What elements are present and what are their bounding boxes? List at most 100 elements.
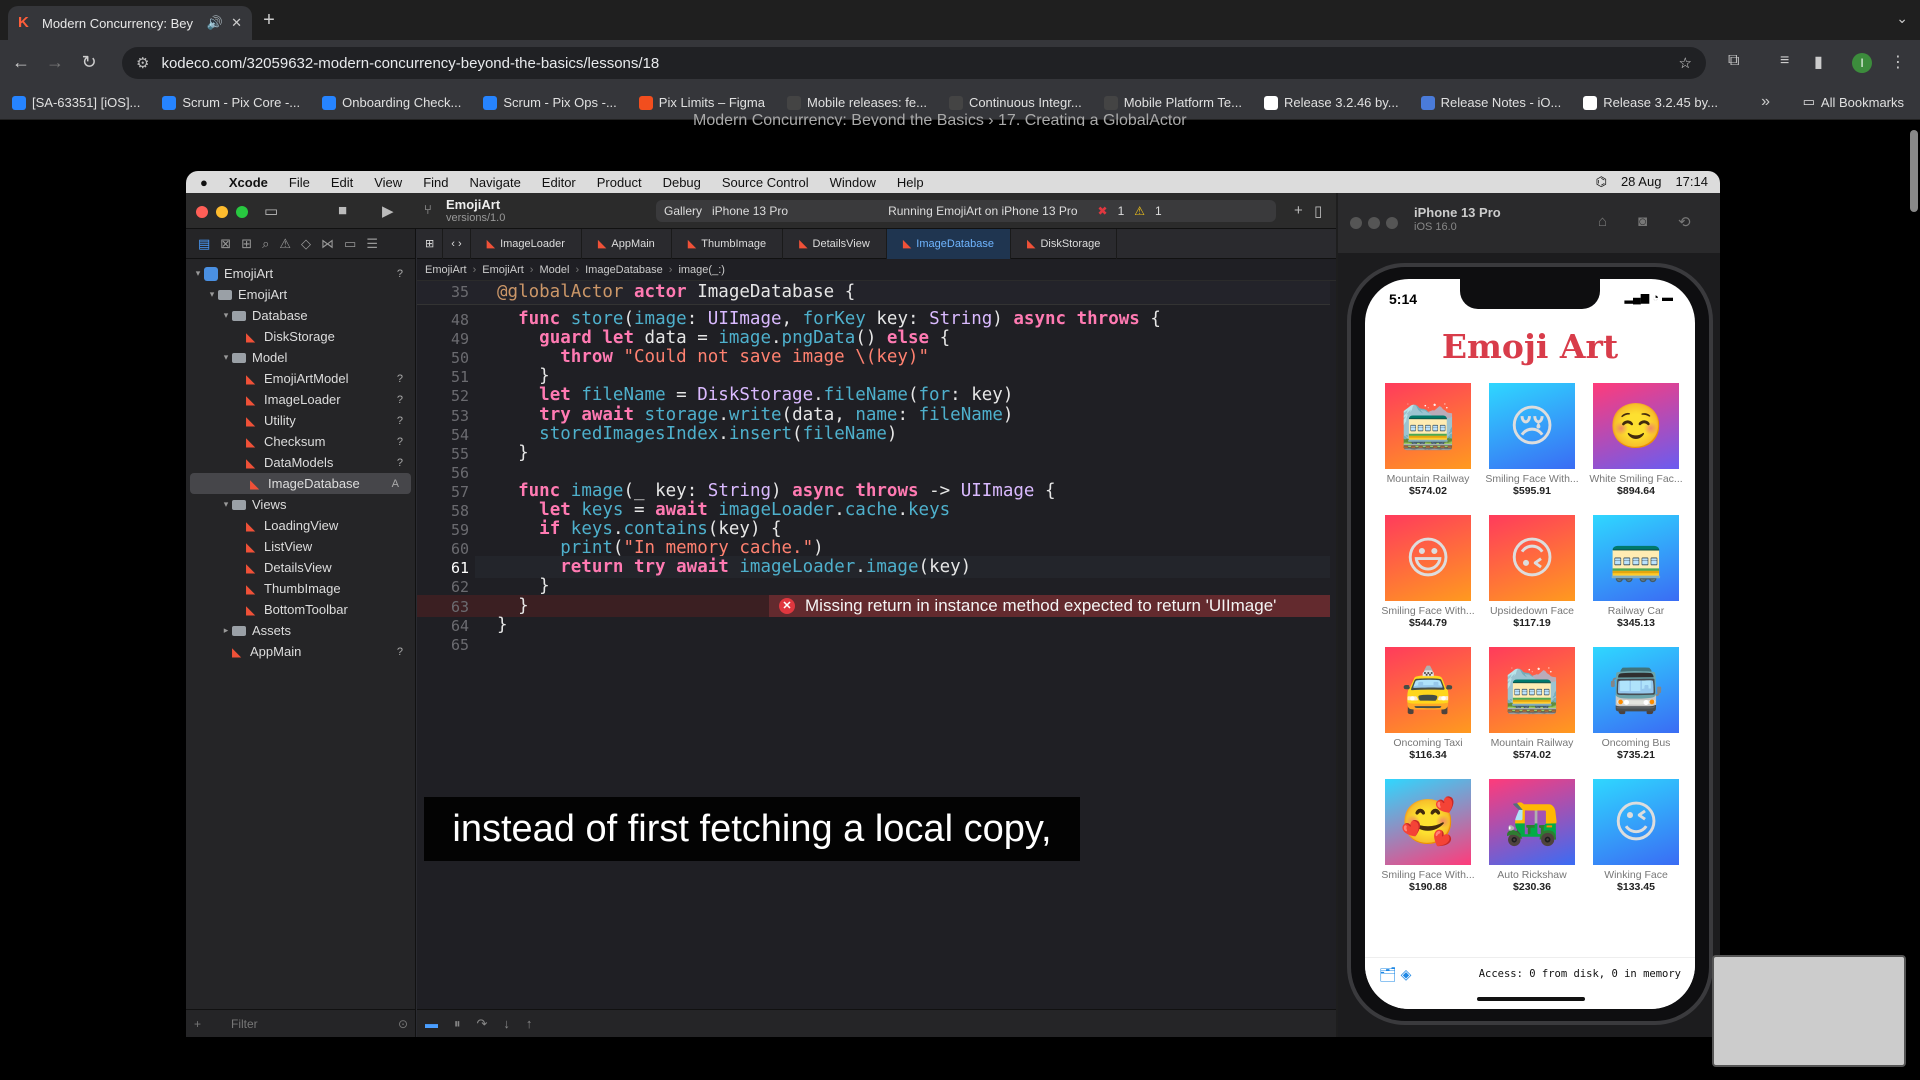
jumpbar-item[interactable]: EmojiArt <box>425 264 467 276</box>
navigator-item[interactable]: ◣ AppMain? <box>186 641 415 662</box>
control-center-icon[interactable]: ⌬ <box>1596 174 1607 190</box>
disclosure-chevron-icon[interactable]: ▸ <box>220 625 232 636</box>
emoji-item[interactable]: 🥰 Smiling Face With... $190.88 <box>1375 779 1481 893</box>
code-line[interactable]: func image(_ key: String) async throws -… <box>497 481 1055 501</box>
navigator-item[interactable]: ◣ ImageLoader? <box>186 389 415 410</box>
code-area[interactable]: 48 func store(image: UIImage, forKey key… <box>417 281 1336 1009</box>
bookmark-star-icon[interactable]: ☆ <box>1679 54 1692 72</box>
stop-icon[interactable]: ■ <box>338 202 347 219</box>
bookmark-item[interactable]: Scrum - Pix Core -... <box>162 95 300 110</box>
side-panel-icon[interactable]: ▮ <box>1814 52 1823 72</box>
code-line[interactable]: let fileName = DiskStorage.fileName(for:… <box>497 385 1013 405</box>
code-line[interactable]: } <box>497 443 529 463</box>
bookmark-item[interactable]: [SA-63351] [iOS]... <box>12 95 140 110</box>
navigator-item[interactable]: ◣ LoadingView <box>186 515 415 536</box>
jumpbar-item[interactable]: image(_:) <box>678 264 724 276</box>
cache-icons[interactable]: 🗂 ◈ <box>1379 966 1411 983</box>
menu-item[interactable]: Product <box>597 175 642 190</box>
filter-input[interactable]: Filter <box>211 1017 388 1031</box>
source-control-icon[interactable]: ⊠ <box>220 236 231 252</box>
emoji-item[interactable]: 🚖 Oncoming Taxi $116.34 <box>1375 647 1481 761</box>
close-window-button[interactable] <box>196 206 208 218</box>
jumpbar-item[interactable]: Model <box>539 264 569 276</box>
emoji-item[interactable]: 🚞 Mountain Railway $574.02 <box>1375 383 1481 497</box>
navigator-item[interactable]: ▾ Database <box>186 305 415 326</box>
navigator-item[interactable]: ◣ ThumbImage <box>186 578 415 599</box>
find-icon[interactable]: ⌕ <box>262 236 269 252</box>
scheme-selector[interactable]: Gallery <box>664 204 702 218</box>
code-line[interactable]: print("In memory cache.") <box>497 538 823 558</box>
chrome-menu-icon[interactable]: ⋮ <box>1890 52 1906 72</box>
browser-tab[interactable]: K Modern Concurrency: Bey 🔊 ✕ <box>8 6 252 40</box>
editor-tab[interactable]: ◣ ImageDatabase <box>886 228 1011 259</box>
code-line[interactable]: } <box>497 366 550 386</box>
editor-tab[interactable]: ◣ DiskStorage <box>1011 228 1118 259</box>
code-line[interactable]: return try await imageLoader.image(key) <box>497 557 971 577</box>
menu-item[interactable]: Window <box>830 175 876 190</box>
disclosure-chevron-icon[interactable]: ▾ <box>220 499 232 510</box>
code-line[interactable]: try await storage.write(data, name: file… <box>497 405 1013 425</box>
home-icon[interactable]: ⌂ <box>1598 213 1607 230</box>
tab-grid-icon[interactable]: ⊞ <box>417 228 444 259</box>
disclosure-chevron-icon[interactable]: ▾ <box>192 268 204 279</box>
code-line[interactable]: } <box>497 615 508 635</box>
emoji-item[interactable]: 🙃 Upsidedown Face $117.19 <box>1479 515 1585 629</box>
sim-zoom-button[interactable] <box>1386 217 1398 229</box>
menu-item[interactable]: Help <box>897 175 924 190</box>
code-line[interactable]: storedImagesIndex.insert(fileName) <box>497 424 897 444</box>
pause-icon[interactable]: ⏸ <box>454 1016 461 1032</box>
profile-avatar[interactable]: I <box>1852 53 1872 73</box>
disclosure-chevron-icon[interactable]: ▾ <box>220 310 232 321</box>
navigator-item[interactable]: ◣ ListView <box>186 536 415 557</box>
code-line[interactable]: func store(image: UIImage, forKey key: S… <box>497 309 1161 329</box>
navigator-item[interactable]: ▾ EmojiArt? <box>186 263 415 284</box>
report-icon[interactable]: ☰ <box>366 236 378 252</box>
address-bar[interactable]: ⚙ kodeco.com/32059632-modern-concurrency… <box>122 47 1706 79</box>
lesson-breadcrumb[interactable]: Modern Concurrency: Beyond the Basics › … <box>693 112 1187 126</box>
reload-icon[interactable]: ↻ <box>78 52 100 73</box>
editor-tab[interactable]: ◣ DetailsView <box>783 228 887 259</box>
code-line[interactable]: throw "Could not save image \(key)" <box>497 347 929 367</box>
bookmark-item[interactable]: Mobile releases: fe... <box>786 95 927 110</box>
navigator-item[interactable]: ▾ Model <box>186 347 415 368</box>
device-selector[interactable]: iPhone 13 Pro <box>712 204 788 218</box>
add-file-icon[interactable]: + <box>194 1017 201 1031</box>
emoji-item[interactable]: 😢 Smiling Face With... $595.91 <box>1479 383 1585 497</box>
navigator-item[interactable]: ◣ DataModels? <box>186 452 415 473</box>
url-text[interactable]: kodeco.com/32059632-modern-concurrency-b… <box>161 55 1666 72</box>
emoji-item[interactable]: 🚞 Mountain Railway $574.02 <box>1479 647 1585 761</box>
bookmark-item[interactable]: Pix Limits – Figma <box>638 95 765 110</box>
close-tab-icon[interactable]: ✕ <box>231 15 242 31</box>
emoji-item[interactable]: 🛺 Auto Rickshaw $230.36 <box>1479 779 1585 893</box>
navigator-item[interactable]: ▾ Views <box>186 494 415 515</box>
jumpbar-item[interactable]: ImageDatabase <box>585 264 663 276</box>
project-branch[interactable]: versions/1.0 <box>446 212 505 224</box>
inspector-toggle-icon[interactable]: ▯ <box>1314 202 1322 220</box>
editor-tab[interactable]: ◣ ImageLoader <box>471 228 582 259</box>
activity-view[interactable]: Gallery iPhone 13 Pro Running EmojiArt o… <box>656 200 1276 222</box>
step-out-icon[interactable]: ↑ <box>526 1016 533 1031</box>
menu-item[interactable]: Find <box>423 175 448 190</box>
sidebar-toggle-icon[interactable]: ▭ <box>264 202 278 220</box>
apple-icon[interactable]: ● <box>200 175 208 190</box>
zoom-window-button[interactable] <box>236 206 248 218</box>
navigator-item[interactable]: ◣ Checksum? <box>186 431 415 452</box>
menu-item[interactable]: View <box>374 175 402 190</box>
bookmark-item[interactable]: Release Notes - iO... <box>1420 95 1561 110</box>
breakpoints-toggle-icon[interactable]: ▬ <box>425 1016 438 1031</box>
nav-back-forward-icon[interactable]: ‹ › <box>443 228 471 259</box>
recent-files-icon[interactable]: ⊙ <box>398 1017 408 1031</box>
code-line[interactable]: } <box>497 596 529 616</box>
menu-item[interactable]: Edit <box>331 175 353 190</box>
all-bookmarks[interactable]: ▭ All Bookmarks <box>1803 94 1904 110</box>
editor-tab[interactable]: ◣ ThumbImage <box>672 228 784 259</box>
emoji-item[interactable]: 😉 Winking Face $133.45 <box>1583 779 1687 893</box>
step-over-icon[interactable]: ↷ <box>477 1016 488 1032</box>
bookmark-item[interactable]: Mobile Platform Te... <box>1103 95 1242 110</box>
sim-close-button[interactable] <box>1350 217 1362 229</box>
menu-item[interactable]: Source Control <box>722 175 809 190</box>
add-icon[interactable]: + <box>1294 202 1303 219</box>
navigator-item[interactable]: ◣ Utility? <box>186 410 415 431</box>
error-count-icon[interactable]: ✖ <box>1098 204 1108 218</box>
code-line[interactable]: } <box>497 576 550 596</box>
